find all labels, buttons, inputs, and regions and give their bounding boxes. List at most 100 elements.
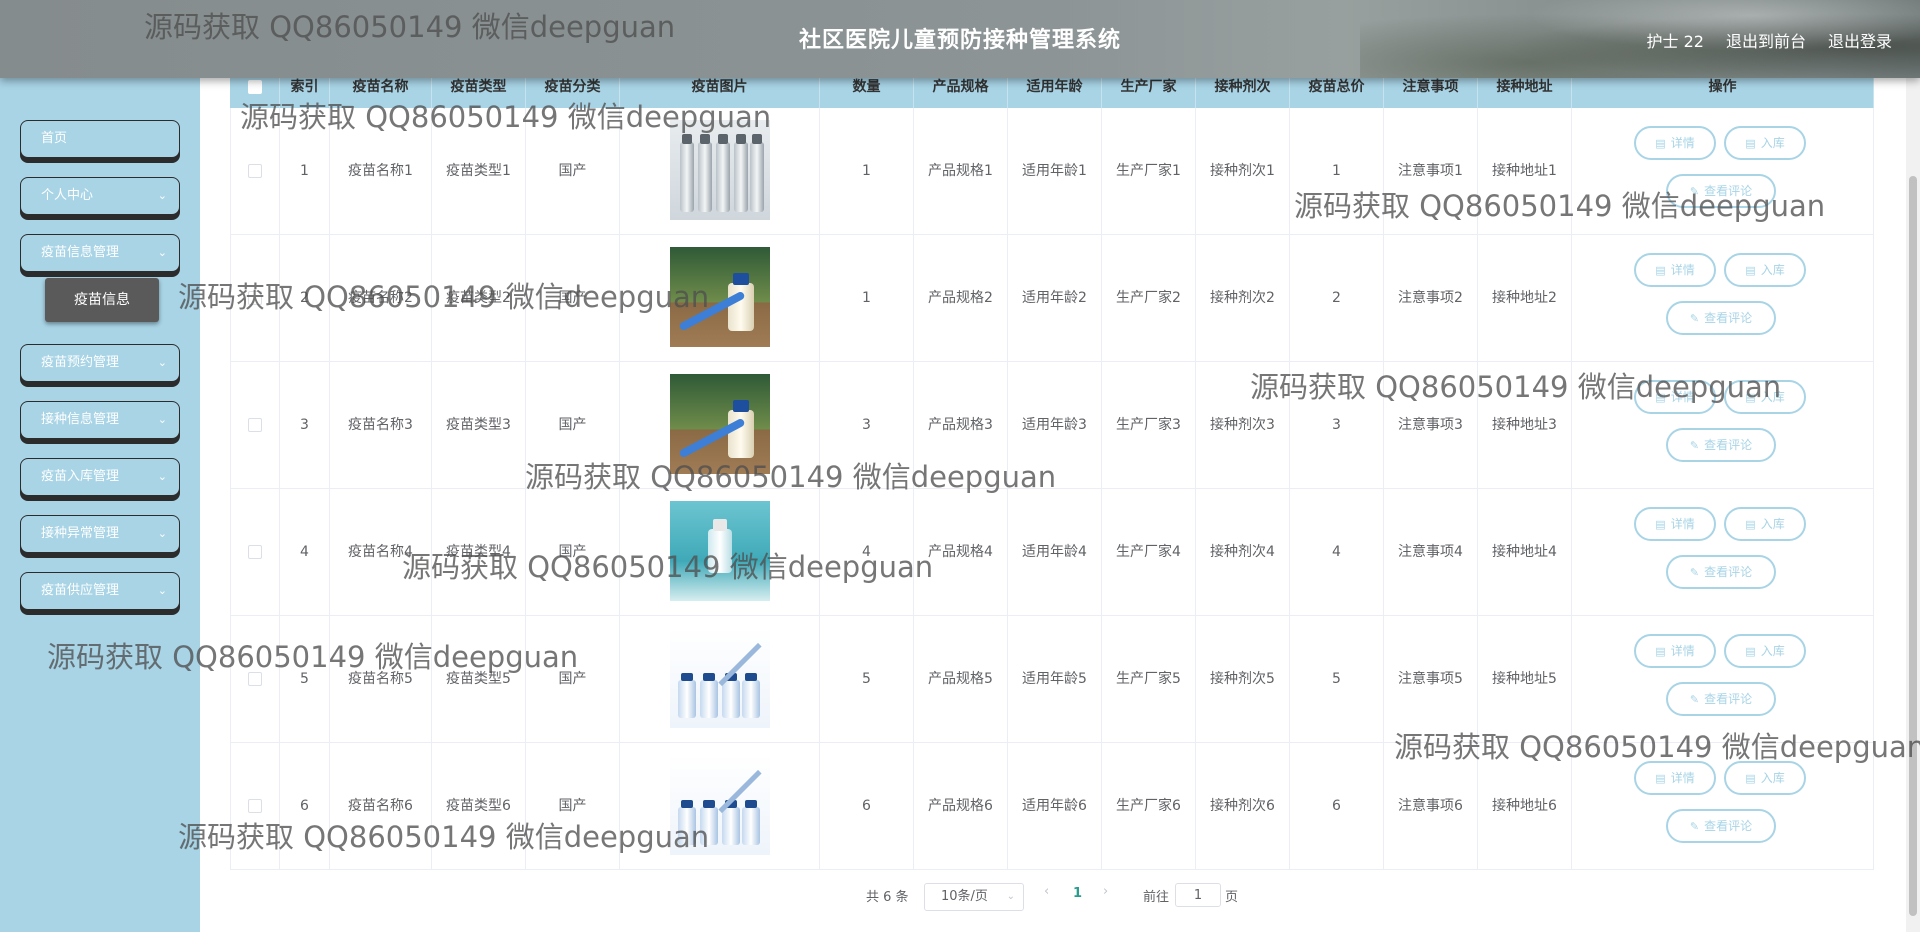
chevron-down-icon: ⌄ xyxy=(157,246,167,259)
row-checkbox[interactable] xyxy=(248,291,262,305)
stock-in-button[interactable]: ▤ 入库 xyxy=(1724,634,1806,668)
stock-in-button-label: 入库 xyxy=(1760,517,1785,531)
row-checkbox[interactable] xyxy=(248,164,262,178)
detail-button[interactable]: ▤ 详情 xyxy=(1634,761,1716,795)
goto-page-input[interactable] xyxy=(1175,883,1221,907)
page-scrollbar[interactable] xyxy=(1906,78,1920,932)
vaccine-image-cell xyxy=(620,616,820,743)
next-page-icon[interactable]: › xyxy=(1103,884,1108,899)
row-checkbox[interactable] xyxy=(248,799,262,813)
stock-in-button[interactable]: ▤ 入库 xyxy=(1724,126,1806,160)
cell-spec: 产品规格3 xyxy=(914,362,1008,489)
document-icon: ▤ xyxy=(1655,645,1666,658)
cell-maker: 生产厂家4 xyxy=(1102,489,1196,616)
document-icon: ▤ xyxy=(1655,518,1666,531)
view-comments-button[interactable]: ✎ 查看评论 xyxy=(1666,555,1776,589)
actions-cell: ▤ 详情 ▤ 入库 ✎ 查看评论 xyxy=(1572,108,1874,235)
sidebar-item-vaccination-info-mgmt[interactable]: 接种信息管理 ⌄ xyxy=(20,401,180,439)
document-icon: ▤ xyxy=(1655,391,1666,404)
cell-category: 国产 xyxy=(526,616,620,743)
exit-to-frontend-link[interactable]: 退出到前台 xyxy=(1726,28,1806,52)
sidebar-item-vaccination-abnormal-mgmt[interactable]: 接种异常管理 ⌄ xyxy=(20,515,180,553)
vaccine-image-cell xyxy=(620,743,820,870)
vial-shape xyxy=(722,800,740,845)
table-row: 4 疫苗名称4 疫苗类型4 国产 4 产品规格4 适用年龄4 生产厂家4 接种剂次4 4 注意事项4… xyxy=(230,489,1874,616)
document-icon: ▤ xyxy=(1745,391,1756,404)
row-checkbox[interactable] xyxy=(248,672,262,686)
logout-link[interactable]: 退出登录 xyxy=(1828,28,1892,52)
view-comments-button-label: 查看评论 xyxy=(1704,184,1753,198)
scrollbar-thumb[interactable] xyxy=(1909,176,1917,916)
stock-in-button-label: 入库 xyxy=(1760,263,1785,277)
page-size-select[interactable]: 10条/页 ⌄ xyxy=(924,883,1024,911)
bottle-shape xyxy=(728,400,754,458)
vaccine-image[interactable] xyxy=(670,374,770,474)
cell-address: 接种地址1 xyxy=(1478,108,1572,235)
stock-in-button[interactable]: ▤ 入库 xyxy=(1724,507,1806,541)
vaccine-image[interactable] xyxy=(670,628,770,728)
stock-in-button-label: 入库 xyxy=(1760,644,1785,658)
cell-notes: 注意事项1 xyxy=(1384,108,1478,235)
page-number-current[interactable]: 1 xyxy=(1073,886,1082,901)
view-comments-button[interactable]: ✎ 查看评论 xyxy=(1666,809,1776,843)
sidebar-item-vaccine-supply-mgmt[interactable]: 疫苗供应管理 ⌄ xyxy=(20,572,180,610)
sidebar-item-home[interactable]: 首页 xyxy=(20,120,180,158)
detail-button[interactable]: ▤ 详情 xyxy=(1634,507,1716,541)
bottle-shape xyxy=(708,519,732,573)
stock-in-button[interactable]: ▤ 入库 xyxy=(1724,380,1806,414)
sidebar-item-vaccine-info-mgmt[interactable]: 疫苗信息管理 ⌄ xyxy=(20,234,180,272)
cell-dose: 接种剂次6 xyxy=(1196,743,1290,870)
prev-page-icon[interactable]: ‹ xyxy=(1044,884,1049,899)
sidebar-subitem-vaccine-info[interactable]: 疫苗信息 xyxy=(45,278,159,322)
stock-in-button[interactable]: ▤ 入库 xyxy=(1724,761,1806,795)
detail-button[interactable]: ▤ 详情 xyxy=(1634,253,1716,287)
detail-button[interactable]: ▤ 详情 xyxy=(1634,126,1716,160)
view-comments-button[interactable]: ✎ 查看评论 xyxy=(1666,174,1776,208)
vial-shape xyxy=(678,800,696,845)
cell-address: 接种地址3 xyxy=(1478,362,1572,489)
action-buttons: ▤ 详情 ▤ 入库 ✎ 查看评论 xyxy=(1572,616,1873,743)
document-icon: ▤ xyxy=(1745,137,1756,150)
actions-cell: ▤ 详情 ▤ 入库 ✎ 查看评论 xyxy=(1572,489,1874,616)
view-comments-button[interactable]: ✎ 查看评论 xyxy=(1666,682,1776,716)
sidebar-item-personal-center[interactable]: 个人中心 ⌄ xyxy=(20,177,180,215)
vaccine-image[interactable] xyxy=(670,501,770,601)
stock-in-button[interactable]: ▤ 入库 xyxy=(1724,253,1806,287)
vaccine-image[interactable] xyxy=(670,247,770,347)
row-checkbox[interactable] xyxy=(248,545,262,559)
cell-spec: 产品规格5 xyxy=(914,616,1008,743)
cell-notes: 注意事项6 xyxy=(1384,743,1478,870)
vial-shape xyxy=(678,673,696,718)
sidebar-item-label: 首页 xyxy=(41,131,68,146)
current-user-label[interactable]: 护士 22 xyxy=(1647,28,1704,52)
cell-category: 国产 xyxy=(526,235,620,362)
cell-index: 1 xyxy=(280,108,330,235)
view-comments-button[interactable]: ✎ 查看评论 xyxy=(1666,301,1776,335)
sidebar-item-vaccine-booking-mgmt[interactable]: 疫苗预约管理 ⌄ xyxy=(20,344,180,382)
detail-button[interactable]: ▤ 详情 xyxy=(1634,380,1716,414)
cell-qty: 4 xyxy=(820,489,914,616)
cell-maker: 生产厂家5 xyxy=(1102,616,1196,743)
sidebar-item-label: 接种异常管理 xyxy=(41,526,120,541)
vaccine-image-cell xyxy=(620,235,820,362)
row-checkbox[interactable] xyxy=(248,418,262,432)
pagination-total: 共 6 条 xyxy=(866,890,909,905)
vaccine-image-cell xyxy=(620,108,820,235)
cell-name: 疫苗名称2 xyxy=(330,235,432,362)
sidebar-item-vaccine-stock-mgmt[interactable]: 疫苗入库管理 ⌄ xyxy=(20,458,180,496)
view-comments-button[interactable]: ✎ 查看评论 xyxy=(1666,428,1776,462)
view-comments-button-label: 查看评论 xyxy=(1704,565,1753,579)
sidebar-item-label: 疫苗预约管理 xyxy=(41,355,120,370)
top-header: 社区医院儿童预防接种管理系统 护士 22 退出到前台 退出登录 xyxy=(0,0,1920,78)
detail-button-label: 详情 xyxy=(1670,771,1695,785)
cell-maker: 生产厂家2 xyxy=(1102,235,1196,362)
pagination: 共 6 条 10条/页 ⌄ ‹ 1 › 前往 页 xyxy=(0,880,1920,911)
detail-button-label: 详情 xyxy=(1670,390,1695,404)
detail-button[interactable]: ▤ 详情 xyxy=(1634,634,1716,668)
view-comments-button-label: 查看评论 xyxy=(1704,819,1753,833)
select-all-checkbox[interactable] xyxy=(247,80,262,94)
cell-type: 疫苗类型3 xyxy=(432,362,526,489)
vaccine-image[interactable] xyxy=(670,755,770,855)
vaccine-image[interactable] xyxy=(670,120,770,220)
edit-icon: ✎ xyxy=(1689,312,1700,325)
